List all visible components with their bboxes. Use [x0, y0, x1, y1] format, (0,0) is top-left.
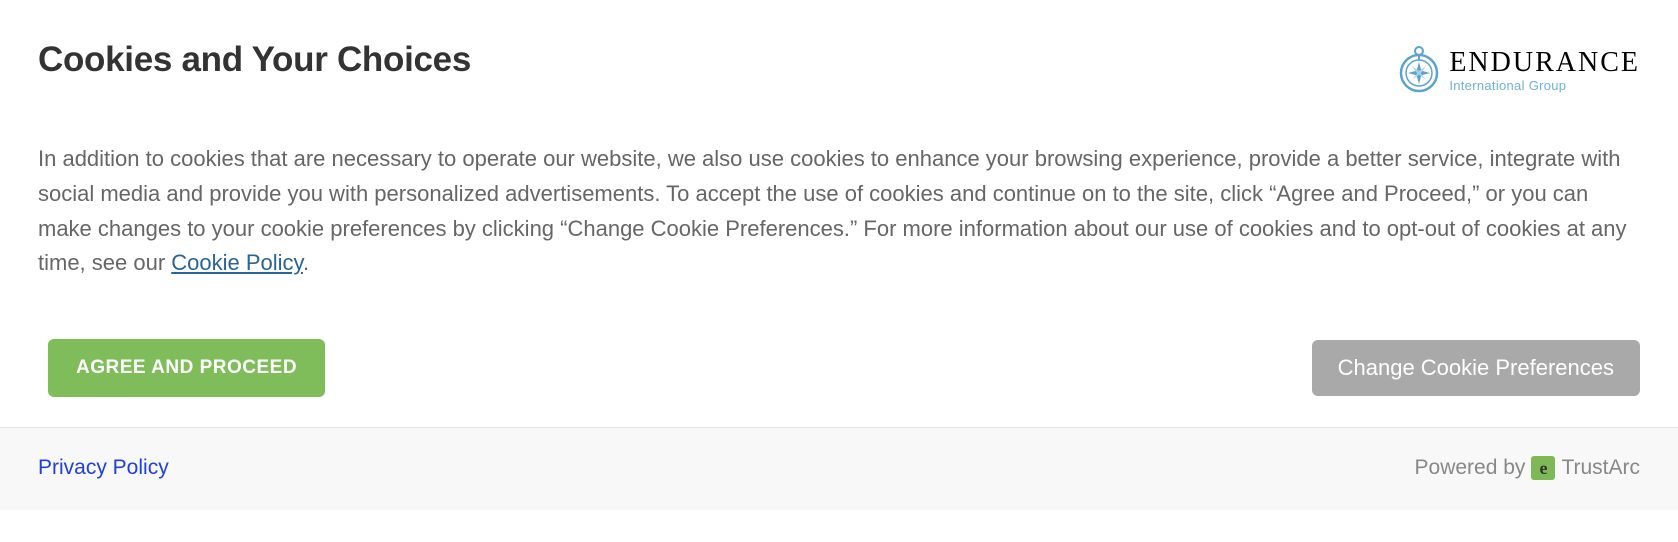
header-row: Cookies and Your Choices ENDUR: [38, 40, 1640, 94]
brand-name-sub: International Group: [1449, 79, 1640, 92]
powered-by: Powered by e TrustArc: [1415, 456, 1640, 480]
cookie-policy-link[interactable]: Cookie Policy: [171, 250, 303, 275]
change-cookie-preferences-button[interactable]: Change Cookie Preferences: [1312, 340, 1640, 396]
brand-name-main: ENDURANCE: [1449, 49, 1640, 77]
compass-icon: [1397, 46, 1441, 94]
banner-title: Cookies and Your Choices: [38, 40, 471, 80]
banner-footer: Privacy Policy Powered by e TrustArc: [0, 427, 1678, 510]
powered-by-name: TrustArc: [1561, 456, 1640, 480]
cookie-consent-banner: Cookies and Your Choices ENDUR: [0, 0, 1678, 427]
agree-and-proceed-button[interactable]: AGREE AND PROCEED: [48, 339, 325, 397]
trustarc-icon: e: [1531, 456, 1555, 480]
button-row: AGREE AND PROCEED Change Cookie Preferen…: [38, 339, 1640, 397]
powered-by-prefix: Powered by: [1415, 456, 1526, 480]
description-part2: .: [303, 250, 309, 275]
privacy-policy-link[interactable]: Privacy Policy: [38, 456, 169, 480]
brand-text: ENDURANCE International Group: [1449, 49, 1640, 92]
brand-logo: ENDURANCE International Group: [1397, 40, 1640, 94]
banner-description: In addition to cookies that are necessar…: [38, 142, 1640, 281]
